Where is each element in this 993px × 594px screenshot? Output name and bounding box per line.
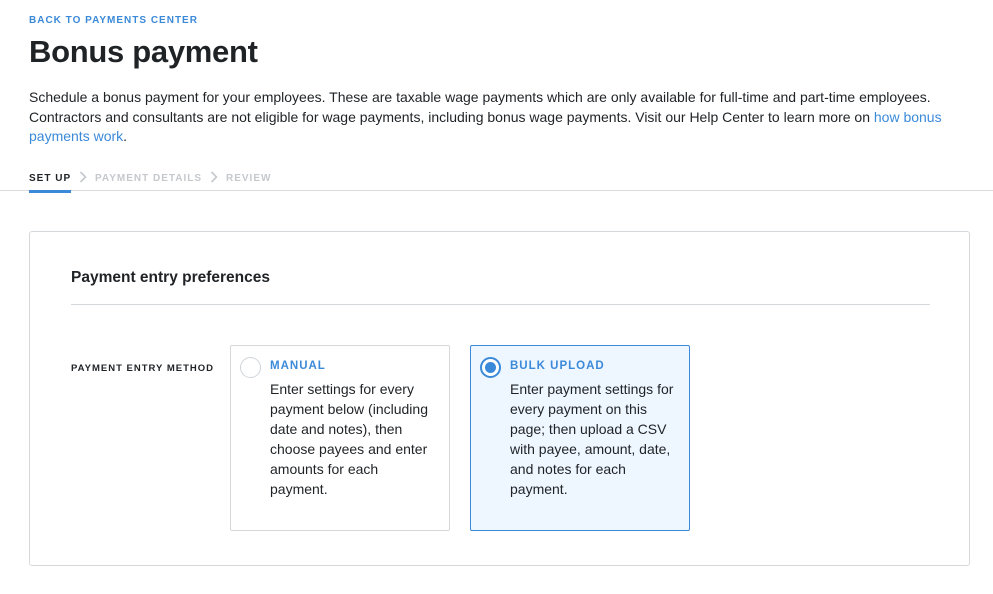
radio-selected-dot bbox=[485, 362, 496, 373]
option-manual-title: MANUAL bbox=[270, 360, 326, 372]
description-suffix: . bbox=[123, 128, 128, 144]
payment-entry-preferences-card: Payment entry preferences PAYMENT ENTRY … bbox=[29, 231, 970, 566]
page-title: Bonus payment bbox=[29, 34, 258, 69]
step-payment-details[interactable]: PAYMENT DETAILS bbox=[95, 173, 202, 184]
card-divider bbox=[71, 304, 930, 305]
step-set-up[interactable]: SET UP bbox=[29, 173, 72, 193]
chevron-right-icon bbox=[210, 171, 218, 183]
description-text: Schedule a bonus payment for your employ… bbox=[29, 89, 931, 125]
page-description: Schedule a bonus payment for your employ… bbox=[29, 88, 969, 147]
back-to-payments-center-link[interactable]: BACK TO PAYMENTS CENTER bbox=[29, 15, 198, 26]
step-review[interactable]: REVIEW bbox=[226, 173, 271, 184]
option-bulk-upload-description: Enter payment settings for every payment… bbox=[510, 381, 674, 497]
card-title: Payment entry preferences bbox=[71, 269, 271, 286]
option-bulk-upload[interactable]: BULK UPLOAD Enter payment settings for e… bbox=[470, 345, 690, 531]
option-manual[interactable]: MANUAL Enter settings for every payment … bbox=[230, 345, 450, 531]
progress-stepper: SET UP PAYMENT DETAILS REVIEW bbox=[0, 168, 993, 193]
chevron-right-icon bbox=[79, 171, 87, 183]
radio-button-icon[interactable] bbox=[480, 357, 501, 378]
radio-button-icon[interactable] bbox=[240, 357, 261, 378]
option-manual-description: Enter settings for every payment below (… bbox=[270, 381, 428, 497]
payment-entry-method-label: PAYMENT ENTRY METHOD bbox=[71, 363, 214, 374]
option-bulk-upload-title: BULK UPLOAD bbox=[510, 360, 605, 372]
